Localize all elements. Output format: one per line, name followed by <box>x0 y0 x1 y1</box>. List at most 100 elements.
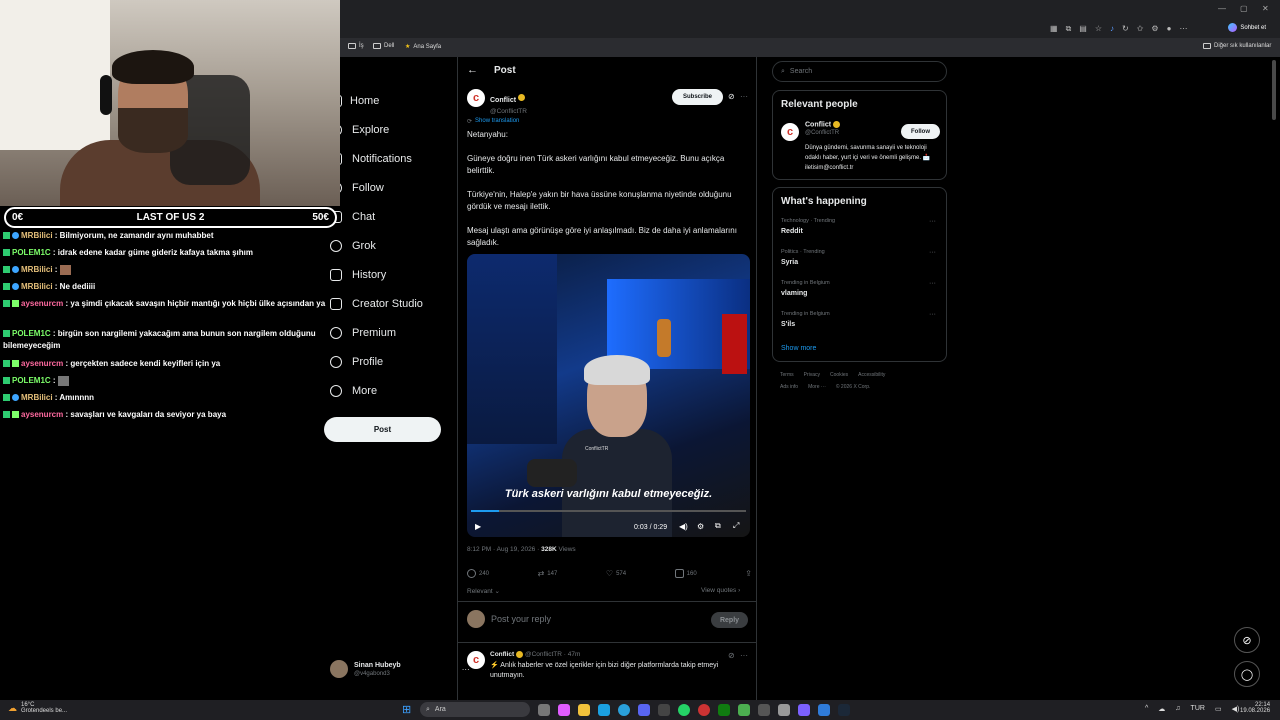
scrollbar[interactable] <box>1272 60 1276 120</box>
chat-user[interactable]: MRBilici <box>21 265 53 274</box>
show-more-link[interactable]: Show more <box>781 345 816 352</box>
obs-icon[interactable] <box>698 704 710 716</box>
media-player-icon[interactable] <box>738 704 750 716</box>
task-view-icon[interactable] <box>538 704 550 716</box>
volume-icon[interactable]: ◀) <box>1232 705 1240 713</box>
trend-item[interactable]: Trending in Belgium vlaming <box>781 280 830 297</box>
audio-icon[interactable]: ♪ <box>1110 24 1114 34</box>
other-bookmarks[interactable]: Diğer sık kullanılanlar <box>1203 43 1271 49</box>
grok-float-button[interactable]: ⊘ <box>1234 627 1260 653</box>
footer-link[interactable]: Accessibility <box>858 372 885 378</box>
footer-link[interactable]: Privacy <box>804 372 820 378</box>
app-icon[interactable] <box>778 704 790 716</box>
minimize-icon[interactable]: — <box>1218 4 1226 13</box>
follow-button[interactable]: Follow <box>901 124 940 139</box>
chat-user[interactable]: aysenurcm <box>21 359 63 368</box>
reply-button[interactable]: Reply <box>711 612 748 628</box>
more-dots-icon[interactable]: ··· <box>740 92 748 101</box>
more-dots-icon[interactable]: ··· <box>929 280 936 287</box>
network-icon[interactable]: ▭ <box>1215 705 1222 713</box>
chat-button[interactable]: Sohbet et <box>1228 23 1266 32</box>
more-dots-icon[interactable]: ··· <box>929 218 936 225</box>
chat-user[interactable]: MRBilici <box>21 393 53 402</box>
view-quotes-link[interactable]: View quotes › <box>701 587 740 594</box>
grok-icon[interactable]: ⊘ <box>728 651 735 660</box>
bookmark-is[interactable]: İş <box>348 43 364 49</box>
post-timestamp[interactable]: 8:12 PM · Aug 19, 2026 · <box>467 546 539 553</box>
teams-icon[interactable] <box>798 704 810 716</box>
menu-icon[interactable]: ⋯ <box>1179 24 1187 34</box>
more-dots-icon[interactable]: ··· <box>929 249 936 256</box>
mail-icon[interactable] <box>818 704 830 716</box>
messages-float-button[interactable]: ◯ <box>1234 661 1260 687</box>
settings-icon[interactable]: ⚙ <box>1151 24 1158 34</box>
onedrive-icon[interactable]: ☁ <box>1158 705 1165 713</box>
discord-icon[interactable] <box>638 704 650 716</box>
footer-link[interactable]: Terms <box>780 372 794 378</box>
more-dots-icon[interactable]: ··· <box>929 311 936 318</box>
whatsapp-icon[interactable] <box>678 704 690 716</box>
settings-icon[interactable]: ⚙ <box>697 522 704 531</box>
weather-widget[interactable]: ☁ 16°C Grotendeels be... <box>8 702 67 714</box>
chevron-up-icon[interactable]: ^ <box>1145 705 1148 713</box>
share-action[interactable]: ⇪ <box>745 569 752 578</box>
reader-icon[interactable]: ▤ <box>1079 24 1087 34</box>
chat-user[interactable]: aysenurcm <box>21 299 63 308</box>
reply-action[interactable]: 240 <box>467 569 489 578</box>
trend-item[interactable]: Politics · Trending Syria <box>781 249 825 266</box>
video-progress-bar[interactable] <box>471 510 746 512</box>
nav-history[interactable]: History <box>330 269 386 281</box>
person-avatar[interactable]: c <box>781 123 799 141</box>
fullscreen-icon[interactable]: ⤢ <box>733 521 739 531</box>
reply-author-name[interactable]: Conflict <box>490 651 514 658</box>
show-translation-link[interactable]: ⟳ Show translation <box>467 118 519 125</box>
video-player[interactable]: ConflictTR Türk askeri varlığını kabul e… <box>467 254 750 537</box>
trend-item[interactable]: Technology · Trending Reddit <box>781 218 835 235</box>
windows-start-icon[interactable]: ⊞ <box>402 703 411 716</box>
bookmark-action[interactable]: 160 <box>674 569 697 578</box>
app-icon[interactable] <box>758 704 770 716</box>
extension-icon[interactable]: ▦ <box>1050 24 1058 34</box>
bookmark-dell[interactable]: Dell <box>373 43 394 49</box>
favorite-icon[interactable]: ☆ <box>1095 24 1102 34</box>
chat-user[interactable]: POLEM1C <box>12 248 51 257</box>
footer-link[interactable]: More ··· <box>808 384 826 390</box>
language-indicator[interactable]: TUR <box>1191 705 1205 713</box>
more-dots-icon[interactable]: ··· <box>740 651 748 660</box>
footer-link[interactable]: Cookies <box>830 372 848 378</box>
account-switcher[interactable]: Sinan Hubeyb @v4gabond3 ··· <box>330 660 470 678</box>
subscribe-button[interactable]: Subscribe <box>672 89 723 105</box>
author-handle[interactable]: @ConflictTR <box>490 108 527 115</box>
trend-item[interactable]: Trending in Belgium S'ils <box>781 311 830 328</box>
nav-premium[interactable]: Premium <box>330 327 396 339</box>
edge-icon[interactable] <box>598 704 610 716</box>
person-name-block[interactable]: Conflict @ConflictTR <box>805 121 841 136</box>
search-input[interactable]: ⌕ Search <box>772 61 947 82</box>
reply-author-avatar[interactable]: c <box>467 651 485 669</box>
chat-user[interactable]: MRBilici <box>21 282 53 291</box>
like-action[interactable]: ♡ 574 <box>606 569 626 578</box>
chat-user[interactable]: aysenurcm <box>21 410 63 419</box>
back-arrow-icon[interactable]: ← <box>467 64 478 76</box>
refresh-icon[interactable]: ↻ <box>1122 24 1129 34</box>
crop-icon[interactable]: ⧉ <box>715 521 721 531</box>
taskbar-search[interactable]: ⌕ Ara <box>420 702 530 717</box>
steam-icon[interactable] <box>838 704 850 716</box>
xbox-icon[interactable] <box>718 704 730 716</box>
footer-link[interactable]: Ads info <box>780 384 798 390</box>
bookmark-home[interactable]: ★ Ana Sayfa <box>405 43 441 51</box>
maximize-icon[interactable]: ▢ <box>1240 4 1248 13</box>
app-icon[interactable] <box>658 704 670 716</box>
post-compose-button[interactable]: Post <box>324 417 441 442</box>
nav-creator-studio[interactable]: Creator Studio <box>330 298 423 310</box>
copilot-icon[interactable] <box>558 704 570 716</box>
mic-icon[interactable]: ♫ <box>1175 705 1180 713</box>
translate-icon[interactable]: ⧉ <box>1066 24 1072 34</box>
chat-user[interactable]: MRBilici <box>21 231 53 240</box>
repost-action[interactable]: ⇄ 147 <box>538 569 558 578</box>
file-explorer-icon[interactable] <box>578 704 590 716</box>
clock[interactable]: 22:14 19.08.2026 <box>1240 702 1270 714</box>
sort-relevant[interactable]: Relevant ⌄ <box>467 587 500 595</box>
close-icon[interactable]: ✕ <box>1262 4 1269 13</box>
play-icon[interactable]: ▶ <box>475 522 481 531</box>
